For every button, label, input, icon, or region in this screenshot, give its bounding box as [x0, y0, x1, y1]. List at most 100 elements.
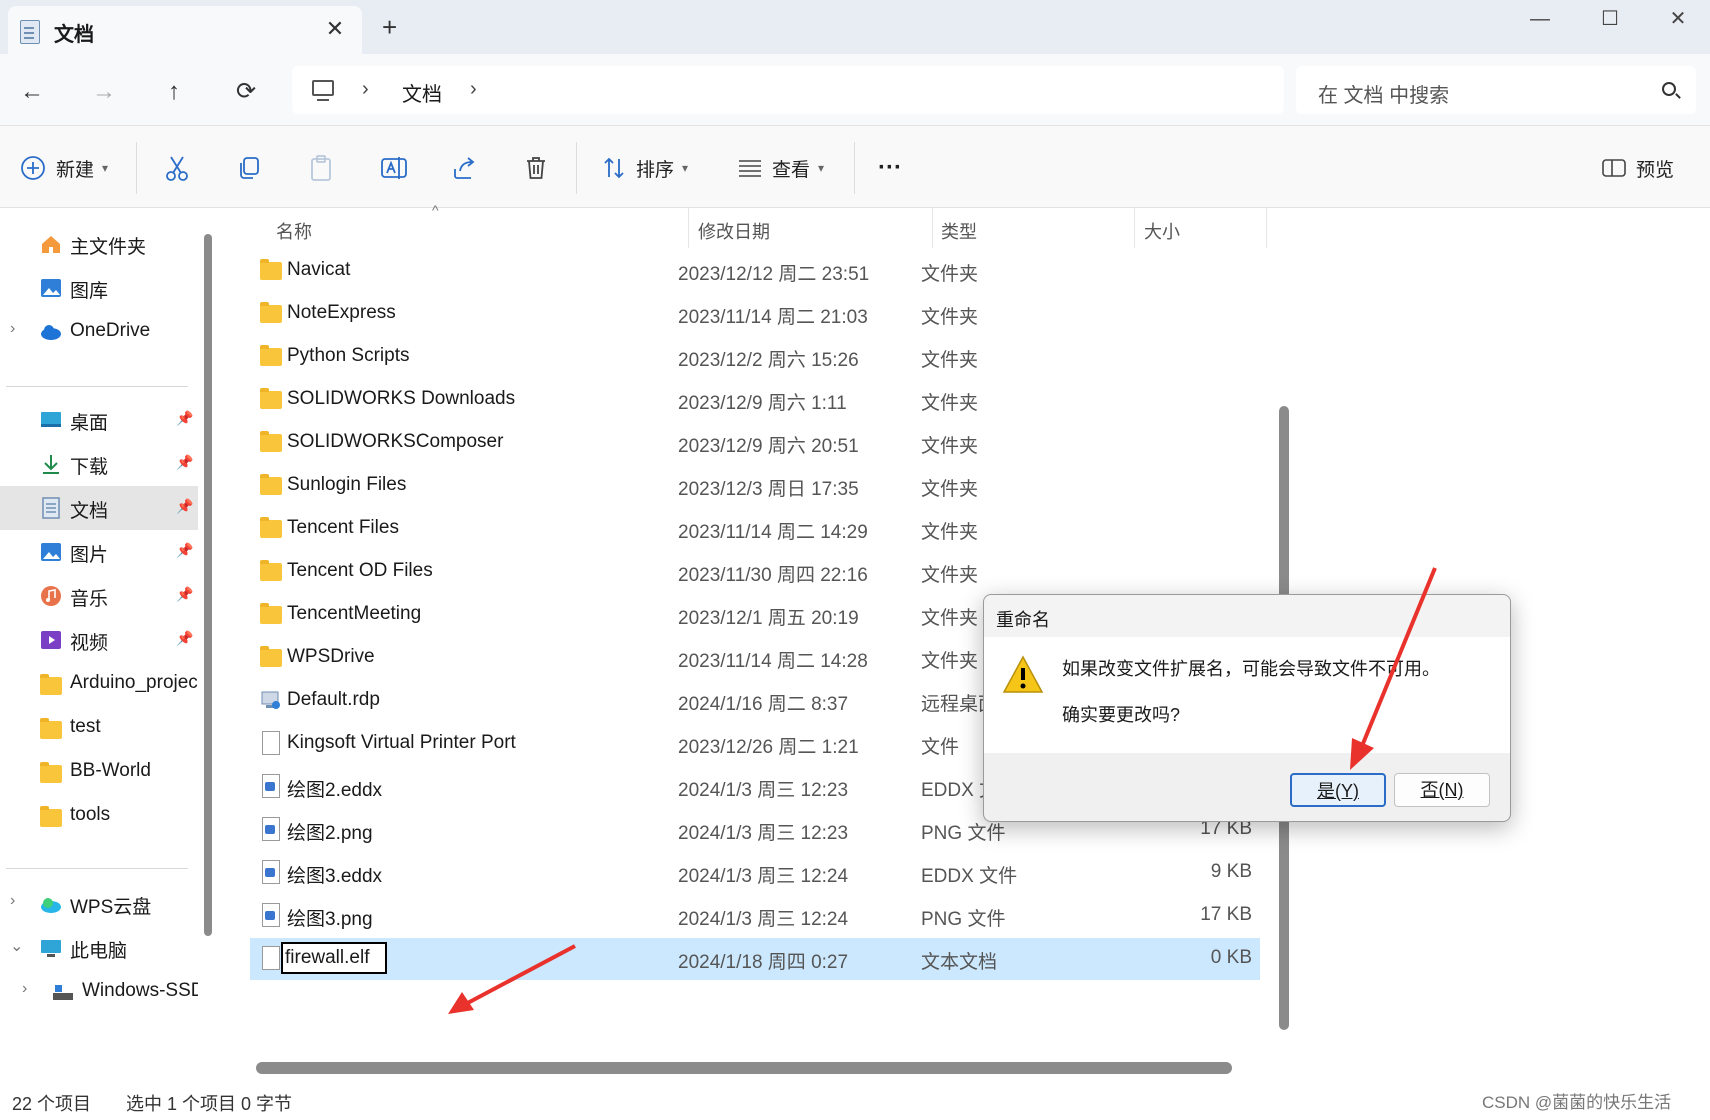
rename-button[interactable] — [380, 150, 408, 186]
minimize-button[interactable]: — — [1508, 4, 1572, 34]
column-header-name[interactable]: 名称 — [276, 218, 312, 244]
file-type: 文件夹 — [921, 393, 979, 414]
sidebar-scrollbar[interactable] — [204, 234, 212, 936]
delete-button[interactable] — [524, 150, 548, 186]
pin-icon[interactable]: 📌 — [176, 586, 193, 603]
sort-ascending-icon: ^ — [432, 202, 439, 218]
pin-icon[interactable]: 📌 — [176, 498, 193, 515]
file-row[interactable]: SOLIDWORKS Downloads 2023/12/9 周六 1:11 文件夹 — [250, 379, 1260, 421]
sidebar-item-test[interactable]: test — [0, 706, 198, 750]
file-row[interactable]: Python Scripts 2023/12/2 周六 15:26 文件夹 — [250, 336, 1260, 378]
sidebar-label: Arduino_project — [70, 672, 198, 693]
pin-icon[interactable]: 📌 — [176, 542, 193, 559]
file-type: 文件夹 — [921, 436, 979, 457]
file-row[interactable]: firewall.elf 2024/1/18 周四 0:27 文本文档 0 KB — [250, 938, 1260, 980]
column-header-type[interactable]: 类型 — [941, 218, 977, 244]
sidebar-item-bb-world[interactable]: BB-World — [0, 750, 198, 794]
sidebar-item-wps-cloud[interactable]: › WPS云盘 — [0, 882, 198, 926]
sidebar-item-onedrive[interactable]: › OneDrive — [0, 310, 198, 354]
search-placeholder: 在 文档 中搜索 — [1318, 85, 1450, 107]
copy-button[interactable] — [236, 150, 262, 186]
yes-button[interactable]: 是(Y) — [1290, 773, 1386, 807]
item-count: 22 个项目 — [12, 1094, 92, 1114]
sidebar-item-documents[interactable]: 文档 📌 — [0, 486, 198, 530]
wps-cloud-icon — [41, 898, 61, 913]
up-button[interactable]: ↑ — [154, 72, 194, 112]
breadcrumb-documents[interactable]: 文档 — [402, 78, 442, 107]
music-icon — [41, 586, 61, 606]
file-row[interactable]: 绘图3.eddx 2024/1/3 周三 12:24 EDDX 文件 9 KB — [250, 852, 1260, 894]
search-icon[interactable] — [1662, 82, 1676, 96]
sidebar-item-tools[interactable]: tools — [0, 794, 198, 838]
column-header-size[interactable]: 大小 — [1144, 218, 1180, 244]
sidebar-item-music[interactable]: 音乐 📌 — [0, 574, 198, 618]
file-row[interactable]: Tencent OD Files 2023/11/30 周四 22:16 文件夹 — [250, 551, 1260, 593]
chevron-right-icon[interactable]: › — [22, 980, 27, 998]
more-options-button[interactable]: ··· — [878, 150, 902, 186]
address-bar[interactable]: › 文档 › — [292, 66, 1284, 114]
file-type: 文件夹 — [921, 307, 979, 328]
share-icon — [454, 157, 475, 179]
file-row[interactable]: Sunlogin Files 2023/12/3 周日 17:35 文件夹 — [250, 465, 1260, 507]
view-button[interactable]: 查看 ▾ — [738, 150, 824, 186]
cut-button[interactable] — [164, 150, 190, 186]
file-size: 17 KB — [1200, 904, 1252, 925]
file-type: 文件夹 — [921, 608, 979, 629]
search-box[interactable]: 在 文档 中搜索 — [1296, 66, 1696, 114]
sidebar-item-home[interactable]: 主文件夹 — [0, 222, 198, 266]
no-button[interactable]: 否(N) — [1394, 773, 1490, 807]
paste-button[interactable] — [308, 150, 334, 186]
rename-dialog: 重命名 如果改变文件扩展名，可能会导致文件不可用。 确实要更改吗? 是(Y) 否… — [983, 594, 1511, 822]
pin-icon[interactable]: 📌 — [176, 410, 193, 427]
refresh-button[interactable]: ⟳ — [226, 72, 266, 112]
sidebar-label: 图库 — [70, 281, 109, 302]
file-row[interactable]: NoteExpress 2023/11/14 周二 21:03 文件夹 — [250, 293, 1260, 335]
sidebar-item-windows-ssd[interactable]: › Windows-SSD — [0, 970, 198, 1014]
pin-icon[interactable]: 📌 — [176, 630, 193, 647]
file-row[interactable]: 绘图3.png 2024/1/3 周三 12:24 PNG 文件 17 KB — [250, 895, 1260, 937]
file-date: 2024/1/3 周三 12:24 — [678, 866, 849, 887]
rename-input[interactable]: firewall.elf — [281, 942, 387, 974]
file-row[interactable]: Navicat 2023/12/12 周二 23:51 文件夹 — [250, 250, 1260, 292]
dialog-title: 重命名 — [996, 610, 1050, 630]
breadcrumb-separator[interactable]: › — [470, 78, 477, 101]
maximize-button[interactable]: ☐ — [1578, 4, 1642, 34]
tab-documents[interactable]: 文档 ✕ — [8, 6, 362, 54]
sidebar-item-this-pc[interactable]: ⌄ 此电脑 — [0, 926, 198, 970]
folder-icon — [260, 302, 282, 323]
status-bar: 22 个项目 选中 1 个项目 0 字节 — [0, 1084, 1710, 1120]
pin-icon[interactable]: 📌 — [176, 454, 193, 471]
sidebar-item-gallery[interactable]: 图库 — [0, 266, 198, 310]
file-row[interactable]: SOLIDWORKSComposer 2023/12/9 周六 20:51 文件夹 — [250, 422, 1260, 464]
new-tab-button[interactable]: + — [382, 14, 397, 40]
chevron-right-icon[interactable]: › — [10, 320, 15, 338]
share-button[interactable] — [452, 150, 478, 186]
preview-pane-button[interactable]: 预览 — [1602, 150, 1674, 186]
forward-button[interactable]: → — [84, 72, 124, 112]
sort-button[interactable]: 排序 ▾ — [602, 150, 688, 186]
file-name: Python Scripts — [287, 345, 410, 366]
sidebar-item-videos[interactable]: 视频 📌 — [0, 618, 198, 662]
chevron-down-icon[interactable]: ⌄ — [10, 936, 23, 956]
file-type: PNG 文件 — [921, 823, 1006, 844]
close-tab-icon[interactable]: ✕ — [320, 14, 350, 44]
folder-icon — [260, 603, 282, 624]
image-file-icon — [262, 817, 280, 841]
column-header-date[interactable]: 修改日期 — [698, 218, 770, 244]
sidebar-item-downloads[interactable]: 下载 📌 — [0, 442, 198, 486]
sidebar-item-arduino[interactable]: Arduino_project — [0, 662, 198, 706]
tab-bar: 文档 ✕ + — ☐ ✕ — [0, 0, 1710, 54]
file-row[interactable]: Tencent Files 2023/11/14 周二 14:29 文件夹 — [250, 508, 1260, 550]
selection-info: 选中 1 个项目 0 字节 — [126, 1094, 293, 1114]
back-button[interactable]: ← — [12, 72, 52, 112]
navigation-bar: ← → ↑ ⟳ › 文档 › 在 文档 中搜索 — [0, 54, 1710, 126]
new-button[interactable]: 新建 ▾ — [20, 150, 108, 186]
chevron-right-icon[interactable]: › — [10, 892, 15, 910]
folder-icon — [260, 474, 282, 495]
sidebar-item-desktop[interactable]: 桌面 📌 — [0, 398, 198, 442]
file-type: 文件夹 — [921, 565, 979, 586]
close-window-button[interactable]: ✕ — [1646, 4, 1710, 34]
file-date: 2024/1/3 周三 12:23 — [678, 780, 849, 801]
file-list-horizontal-scrollbar[interactable] — [256, 1062, 1232, 1074]
sidebar-item-pictures[interactable]: 图片 📌 — [0, 530, 198, 574]
